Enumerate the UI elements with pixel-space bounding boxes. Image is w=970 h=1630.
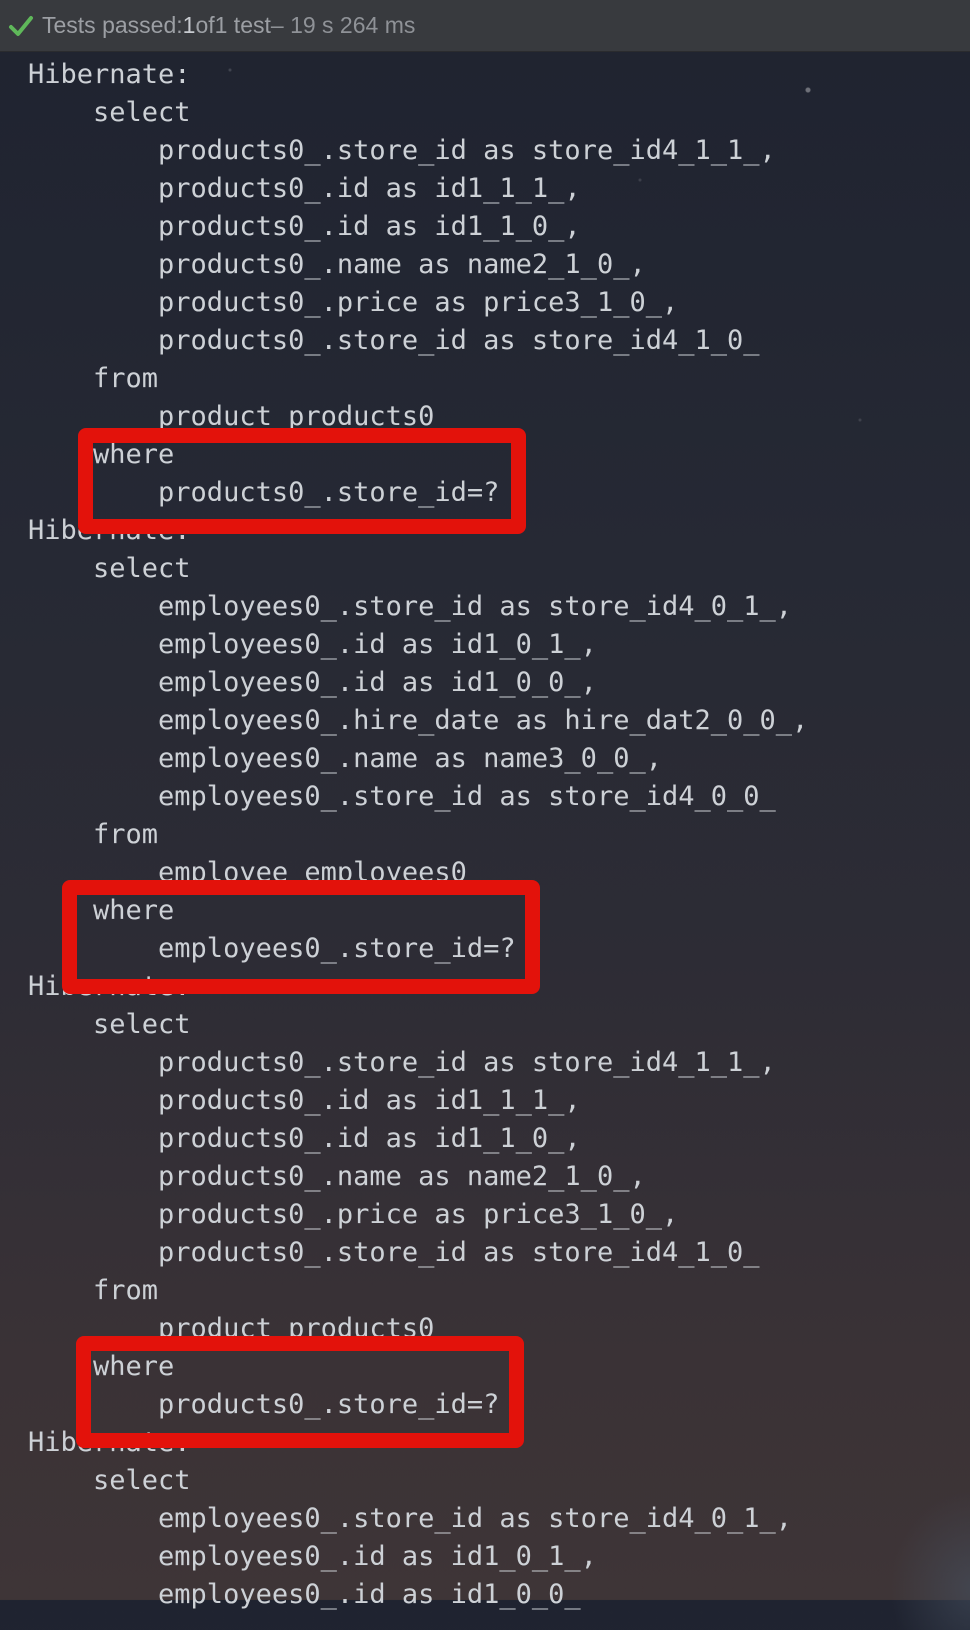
console-line: employees0_.id as id1_0_0_, xyxy=(28,667,597,698)
check-icon xyxy=(8,13,34,39)
console-line: employees0_.store_id as store_id4_0_0_ xyxy=(28,781,776,812)
console-line: from xyxy=(28,363,159,394)
console-line: employees0_.name as name3_0_0_, xyxy=(28,743,662,774)
console-line: from xyxy=(28,819,159,850)
console-line: products0_.name as name2_1_0_, xyxy=(28,1161,646,1192)
console-line: products0_.id as id1_1_1_, xyxy=(28,1085,581,1116)
status-total: 1 test xyxy=(214,12,271,38)
status-of: of xyxy=(195,12,215,38)
console-line: select xyxy=(28,1465,191,1496)
console-line: select xyxy=(28,97,191,128)
highlight-where-3 xyxy=(76,1336,524,1448)
console-line: products0_.name as name2_1_0_, xyxy=(28,249,646,280)
console-line: products0_.store_id as store_id4_1_1_, xyxy=(28,135,776,166)
console-line: Hibernate: xyxy=(28,59,191,90)
console-line: from xyxy=(28,1275,159,1306)
console-line: employees0_.hire_date as hire_dat2_0_0_, xyxy=(28,705,809,736)
console-line: employees0_.id as id1_0_1_, xyxy=(28,1541,597,1572)
status-duration: – 19 s 264 ms xyxy=(270,12,416,38)
console-line: products0_.price as price3_1_0_, xyxy=(28,287,679,318)
console-line: employees0_.store_id as store_id4_0_1_, xyxy=(28,591,793,622)
console-line: products0_.id as id1_1_1_, xyxy=(28,173,581,204)
console-line: products0_.store_id as store_id4_1_1_, xyxy=(28,1047,776,1078)
highlight-where-2 xyxy=(62,880,540,994)
console-line: select xyxy=(28,1009,191,1040)
console-line: employees0_.id as id1_0_1_, xyxy=(28,629,597,660)
test-status-bar: Tests passed: 1 of 1 test – 19 s 264 ms xyxy=(0,0,970,52)
console-line: employees0_.store_id as store_id4_0_1_, xyxy=(28,1503,793,1534)
status-passed-count: 1 xyxy=(182,12,196,38)
console-line: products0_.id as id1_1_0_, xyxy=(28,211,581,242)
console-line: products0_.store_id as store_id4_1_0_ xyxy=(28,1237,760,1268)
console-line: select xyxy=(28,553,191,584)
console-line: employees0_.id as id1_0_0_ xyxy=(28,1579,581,1610)
console-line: products0_.id as id1_1_0_, xyxy=(28,1123,581,1154)
status-prefix: Tests passed: xyxy=(42,12,183,38)
console-line: products0_.price as price3_1_0_, xyxy=(28,1199,679,1230)
highlight-where-1 xyxy=(78,428,526,534)
console-line: products0_.store_id as store_id4_1_0_ xyxy=(28,325,760,356)
